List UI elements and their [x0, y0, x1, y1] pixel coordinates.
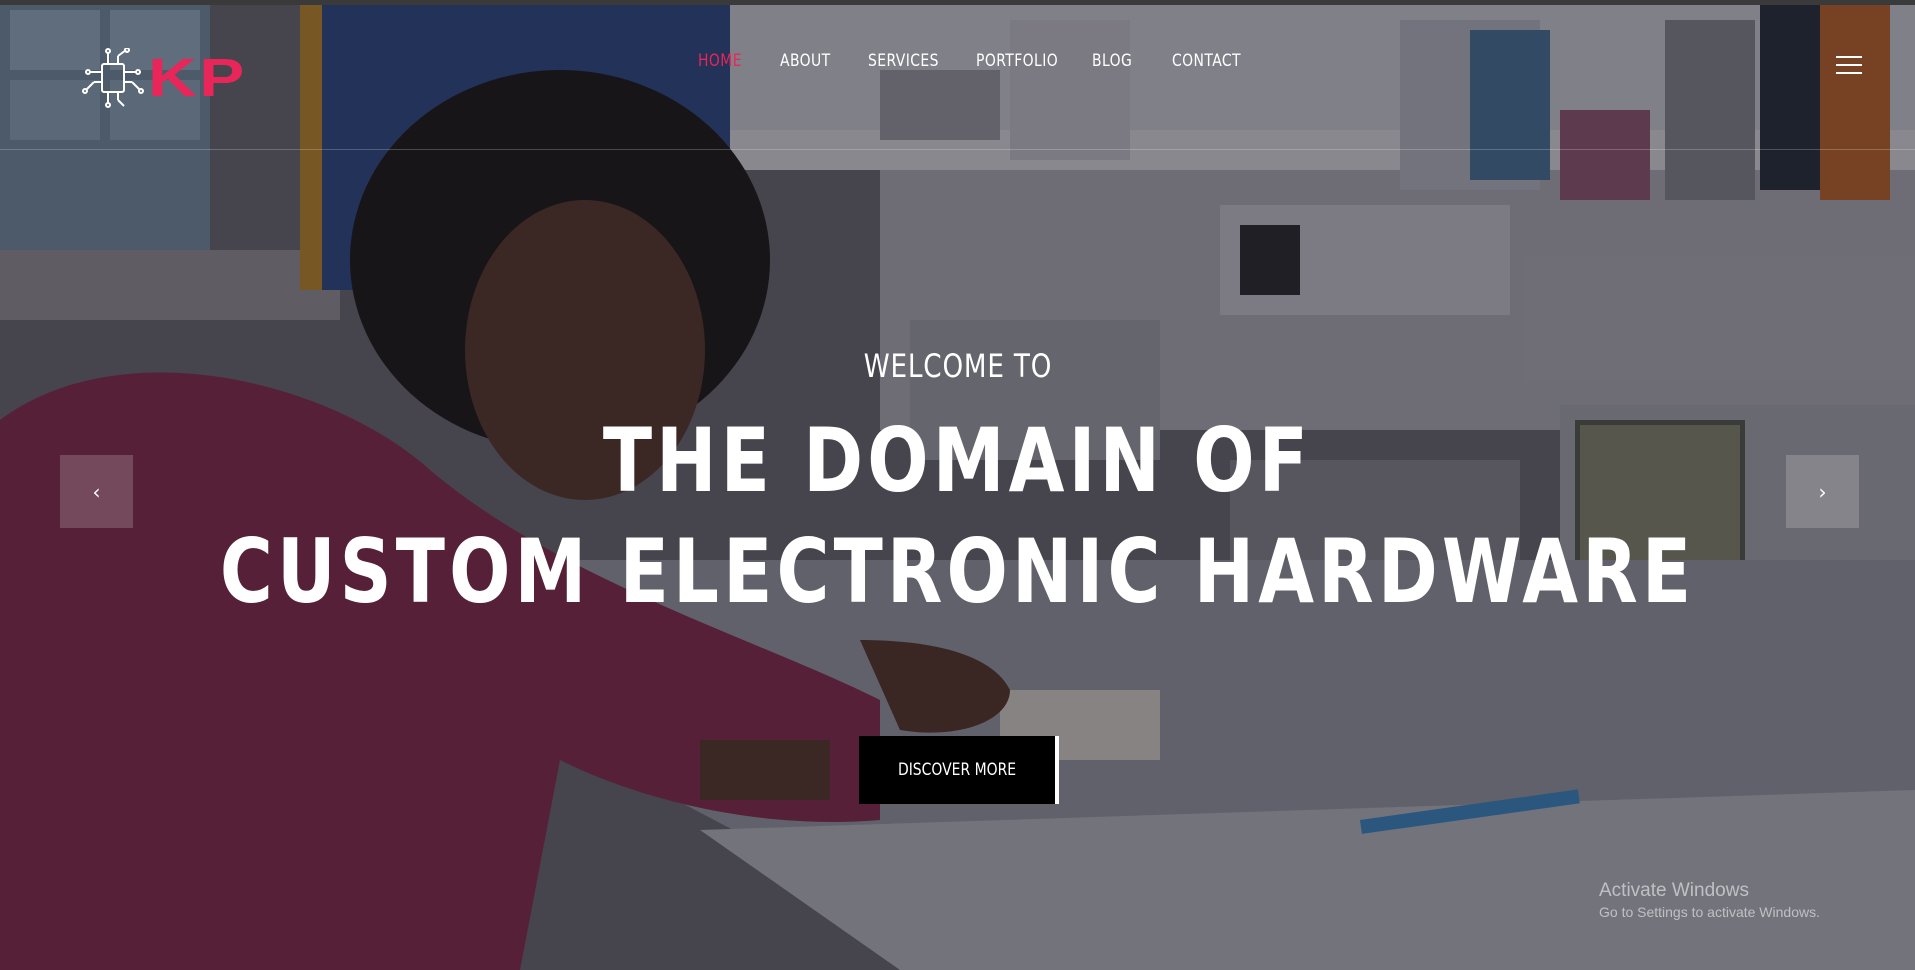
hero-kicker: WELCOME TO — [863, 347, 1052, 385]
header-divider — [0, 149, 1915, 150]
activation-subtitle: Go to Settings to activate Windows. — [1599, 904, 1820, 920]
main-nav: HOME ABOUT SERVICES PORTFOLIO BLOG CONTA… — [698, 46, 1241, 76]
hero-title-line-1: THE DOMAIN OF — [602, 409, 1313, 512]
nav-item-services[interactable]: SERVICES — [868, 46, 938, 76]
top-border — [0, 0, 1915, 5]
nav-item-home[interactable]: HOME — [698, 46, 742, 76]
hero-title-line-2: CUSTOM ELECTRONIC HARDWARE — [219, 520, 1696, 623]
site-logo[interactable]: KP — [82, 48, 262, 108]
nav-item-blog[interactable]: BLOG — [1092, 46, 1132, 76]
nav-item-about[interactable]: ABOUT — [780, 46, 830, 76]
nav-item-contact[interactable]: CONTACT — [1172, 46, 1241, 76]
hamburger-icon[interactable] — [1836, 56, 1862, 74]
windows-activation-watermark: Activate Windows Go to Settings to activ… — [1599, 880, 1820, 920]
discover-more-button[interactable]: DISCOVER MORE — [859, 736, 1059, 804]
logo-text: KP — [148, 48, 247, 108]
circuit-logo-icon — [82, 48, 144, 108]
nav-item-portfolio[interactable]: PORTFOLIO — [976, 46, 1058, 76]
activation-title: Activate Windows — [1599, 880, 1749, 901]
